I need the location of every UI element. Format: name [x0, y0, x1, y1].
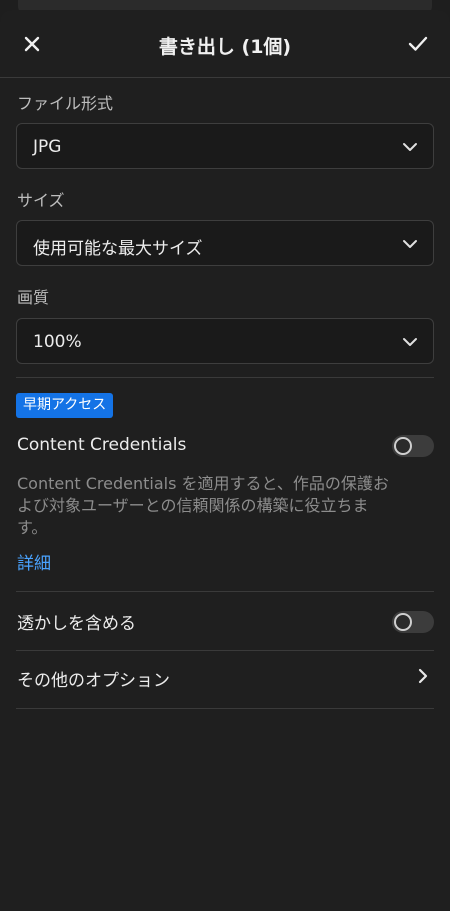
watermark-toggle[interactable] — [392, 611, 434, 633]
header-bar: 書き出し (1個) — [0, 10, 450, 78]
checkmark-icon — [408, 36, 428, 51]
toggle-knob — [394, 437, 412, 455]
quality-select[interactable]: 100% — [16, 318, 434, 364]
early-access-badge: 早期アクセス — [16, 393, 114, 418]
content-credentials-toggle[interactable] — [392, 435, 434, 457]
chevron-down-icon — [403, 240, 417, 248]
divider — [16, 650, 434, 651]
content-credentials-title: Content Credentials — [17, 435, 187, 455]
confirm-button[interactable] — [402, 28, 434, 60]
file-format-select[interactable]: JPG — [16, 123, 434, 169]
toggle-knob — [394, 613, 412, 631]
other-options-label[interactable]: その他のオプション — [17, 666, 170, 691]
chevron-down-icon — [403, 338, 417, 346]
size-value: 使用可能な最大サイズ — [33, 239, 203, 259]
file-format-label: ファイル形式 — [17, 94, 114, 113]
divider — [16, 708, 434, 709]
size-select[interactable]: 使用可能な最大サイズ — [16, 220, 434, 266]
file-format-value: JPG — [33, 137, 62, 157]
quality-label: 画質 — [17, 288, 50, 307]
watermark-label: 透かしを含める — [17, 614, 136, 634]
divider — [16, 377, 434, 378]
content-credentials-description: Content Credentials を適用すると、作品の保護および対象ユーザ… — [17, 474, 389, 537]
size-label: サイズ — [17, 191, 65, 210]
export-sheet: 書き出し (1個) ファイル形式 JPG サイズ 使用可能な最大サイズ 画質 1… — [0, 10, 450, 911]
chevron-right-icon[interactable] — [414, 667, 432, 685]
page-title: 書き出し (1個) — [158, 36, 292, 58]
details-link[interactable]: 詳細 — [17, 549, 51, 574]
quality-value: 100% — [33, 332, 82, 352]
chevron-down-icon — [403, 143, 417, 151]
divider — [16, 591, 434, 592]
